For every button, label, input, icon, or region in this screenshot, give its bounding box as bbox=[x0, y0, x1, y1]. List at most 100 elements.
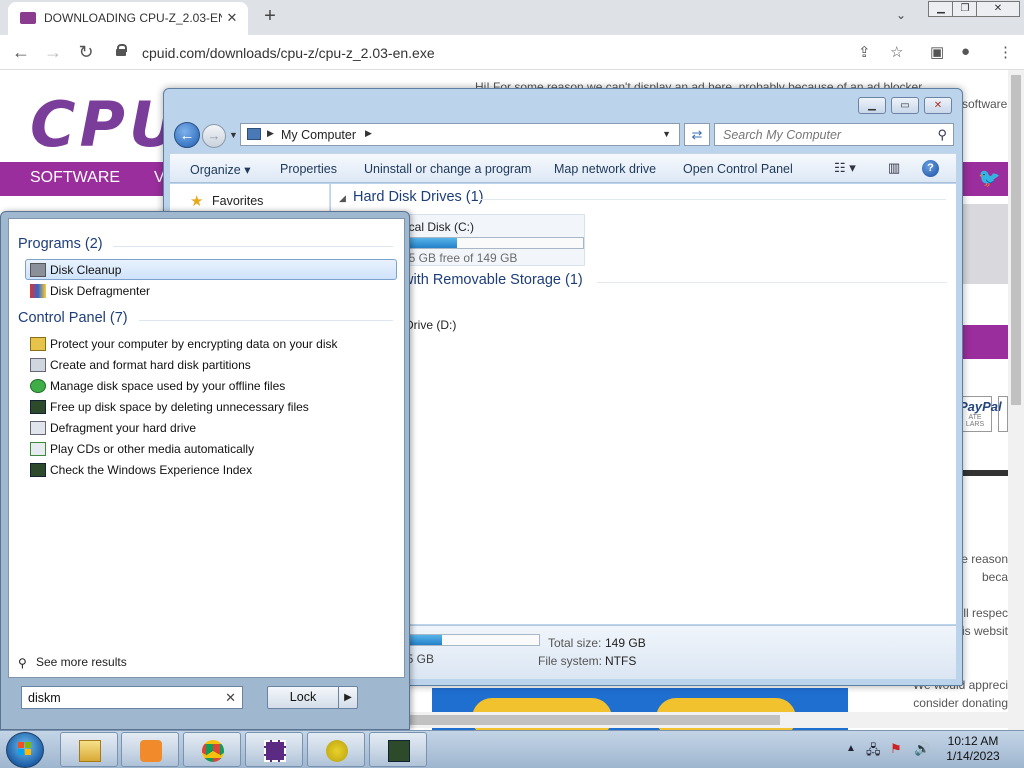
refresh-icon[interactable]: ⇄ bbox=[684, 123, 710, 146]
scroll-thumb[interactable] bbox=[1011, 75, 1021, 405]
total-size-label: Total size: bbox=[548, 636, 602, 650]
page-vertical-scrollbar[interactable] bbox=[1008, 70, 1024, 730]
volume-icon[interactable]: 🔊 bbox=[914, 741, 930, 757]
organize-button[interactable]: Organize ▾ bbox=[190, 162, 250, 177]
breadcrumb-chevron-icon[interactable]: ▶ bbox=[365, 128, 372, 139]
taskbar-chrome[interactable] bbox=[183, 732, 241, 767]
tab-search-chevron-icon[interactable]: ⌄ bbox=[896, 8, 906, 22]
back-arrow-icon[interactable]: ← bbox=[10, 41, 32, 63]
window-titlebar[interactable]: ▁ ▭ ✕ bbox=[164, 89, 962, 119]
show-hidden-icons-icon[interactable]: ▲ bbox=[846, 743, 856, 754]
map-network-drive-button[interactable]: Map network drive bbox=[554, 162, 656, 176]
see-more-results-link[interactable]: See more results bbox=[36, 655, 127, 669]
result-label: Manage disk space used by your offline f… bbox=[50, 379, 286, 393]
explorer-address-bar[interactable]: ▶ My Computer ▶ ▼ bbox=[240, 123, 680, 146]
properties-button[interactable]: Properties bbox=[280, 162, 337, 176]
search-icon: ⚲ bbox=[18, 656, 27, 670]
uninstall-program-button[interactable]: Uninstall or change a program bbox=[364, 162, 531, 176]
close-icon[interactable]: ✕ bbox=[924, 97, 952, 114]
browser-toolbar: ← → ↻ cpuid.com/downloads/cpu-z/cpu-z_2.… bbox=[0, 35, 1024, 70]
minimize-icon[interactable]: ▁ bbox=[928, 1, 954, 17]
start-button[interactable] bbox=[6, 732, 44, 768]
taskbar-explorer[interactable] bbox=[60, 732, 118, 767]
favorites-star-icon: ★ bbox=[190, 193, 204, 210]
clear-search-icon[interactable]: ✕ bbox=[225, 690, 236, 706]
action-center-flag-icon[interactable]: ⚑ bbox=[890, 741, 902, 757]
result-partitions[interactable]: Create and format hard disk partitions bbox=[25, 354, 397, 375]
collapse-chevron-icon[interactable]: ◢ bbox=[339, 193, 346, 204]
nav-software-link[interactable]: SOFTWARE bbox=[30, 169, 120, 187]
start-search-input[interactable]: diskm ✕ bbox=[21, 686, 243, 709]
favorites-link[interactable]: Favorites bbox=[212, 194, 263, 208]
scroll-thumb[interactable] bbox=[410, 715, 780, 725]
taskbar-cpuz[interactable] bbox=[245, 732, 303, 767]
explorer-search-input[interactable]: Search My Computer ⚲ bbox=[714, 123, 954, 146]
result-offline-files[interactable]: Manage disk space used by your offline f… bbox=[25, 375, 397, 396]
back-arrow-icon[interactable]: ← bbox=[174, 122, 200, 148]
tab-close-icon[interactable]: ✕ bbox=[222, 8, 242, 28]
minimize-icon[interactable]: ▁ bbox=[858, 97, 886, 114]
open-control-panel-button[interactable]: Open Control Panel bbox=[683, 162, 793, 176]
browser-tab[interactable]: DOWNLOADING CPU-Z_2.03-EN ✕ bbox=[8, 2, 248, 35]
cpuid-logo[interactable]: CPU bbox=[30, 88, 183, 161]
taskbar-app-x[interactable] bbox=[307, 732, 365, 767]
removable-storage-header[interactable]: with Removable Storage (1) bbox=[403, 272, 583, 288]
search-query: diskm bbox=[28, 691, 61, 705]
paypal-donate-button[interactable]: PayPal ATE LARS bbox=[958, 396, 1002, 432]
menu-kebab-icon[interactable]: ⋮ bbox=[998, 43, 1013, 61]
preview-pane-icon[interactable]: ▥ bbox=[888, 160, 900, 176]
result-label: Free up disk space by deleting unnecessa… bbox=[50, 400, 309, 414]
forward-arrow-icon[interactable]: → bbox=[42, 41, 64, 63]
search-icon[interactable]: ⚲ bbox=[937, 127, 947, 143]
forward-arrow-icon[interactable]: → bbox=[202, 124, 226, 148]
shield-settings-icon bbox=[30, 358, 46, 372]
result-label: Defragment your hard drive bbox=[50, 421, 197, 435]
sync-center-icon bbox=[30, 379, 46, 393]
close-window-icon[interactable]: ✕ bbox=[976, 1, 1020, 17]
group-divider bbox=[597, 282, 947, 283]
donate-button-2[interactable] bbox=[998, 396, 1008, 432]
section-divider bbox=[139, 320, 393, 321]
hard-disk-drives-header[interactable]: Hard Disk Drives (1) bbox=[353, 189, 484, 205]
control-panel-header[interactable]: Control Panel (7) bbox=[18, 310, 128, 326]
network-icon[interactable]: 🖧 bbox=[866, 741, 881, 763]
side-purple-banner bbox=[962, 325, 1008, 359]
local-disk-c-tile[interactable]: ocal Disk (C:) 05 GB free of 149 GB bbox=[393, 214, 585, 266]
taskbar-monitor-app[interactable] bbox=[369, 732, 427, 767]
new-tab-icon[interactable]: + bbox=[258, 4, 282, 28]
clock-time: 10:12 AM bbox=[947, 734, 999, 748]
share-icon[interactable]: ⇪ bbox=[858, 43, 871, 61]
result-autoplay[interactable]: Play CDs or other media automatically bbox=[25, 438, 397, 459]
power-options-arrow-icon[interactable]: ▶ bbox=[338, 686, 358, 709]
side-panel-icon[interactable]: ▣ bbox=[930, 43, 944, 61]
result-free-disk-space[interactable]: Free up disk space by deleting unnecessa… bbox=[25, 396, 397, 417]
breadcrumb-my-computer[interactable]: My Computer bbox=[281, 128, 356, 142]
side-text-line: consider donating bbox=[913, 696, 1008, 710]
address-bar[interactable]: cpuid.com/downloads/cpu-z/cpu-z_2.03-en.… bbox=[110, 39, 920, 66]
lock-button[interactable]: Lock bbox=[267, 686, 339, 709]
maximize-icon[interactable]: ▭ bbox=[891, 97, 919, 114]
disk-defragmenter-icon bbox=[30, 284, 46, 298]
profile-avatar-icon[interactable]: ● bbox=[961, 43, 970, 60]
result-bitlocker[interactable]: Protect your computer by encrypting data… bbox=[25, 333, 397, 354]
recent-pages-chevron-icon[interactable]: ▼ bbox=[229, 130, 238, 140]
result-disk-cleanup[interactable]: Disk Cleanup bbox=[25, 259, 397, 280]
result-label: Disk Cleanup bbox=[50, 263, 122, 277]
help-icon[interactable]: ? bbox=[922, 160, 939, 177]
bookmark-star-icon[interactable]: ☆ bbox=[890, 43, 903, 61]
paypal-small-text-2: LARS bbox=[965, 421, 985, 428]
restore-icon[interactable]: ❐ bbox=[952, 1, 978, 17]
programs-header[interactable]: Programs (2) bbox=[18, 236, 103, 252]
page-horizontal-scrollbar[interactable] bbox=[404, 712, 1008, 728]
result-defragment[interactable]: Defragment your hard drive bbox=[25, 417, 397, 438]
system-clock[interactable]: 10:12 AM 1/14/2023 bbox=[936, 734, 1010, 764]
lock-icon[interactable] bbox=[116, 44, 127, 56]
reload-icon[interactable]: ↻ bbox=[75, 41, 97, 63]
taskbar-media-player[interactable] bbox=[121, 732, 179, 767]
result-experience-index[interactable]: Check the Windows Experience Index bbox=[25, 459, 397, 480]
result-disk-defragmenter[interactable]: Disk Defragmenter bbox=[25, 280, 397, 301]
twitter-icon[interactable]: 🐦 bbox=[978, 168, 1000, 189]
address-dropdown-icon[interactable]: ▼ bbox=[662, 129, 671, 139]
view-options-icon[interactable]: ☷ ▾ bbox=[834, 160, 856, 176]
breadcrumb-chevron-icon[interactable]: ▶ bbox=[267, 128, 274, 139]
